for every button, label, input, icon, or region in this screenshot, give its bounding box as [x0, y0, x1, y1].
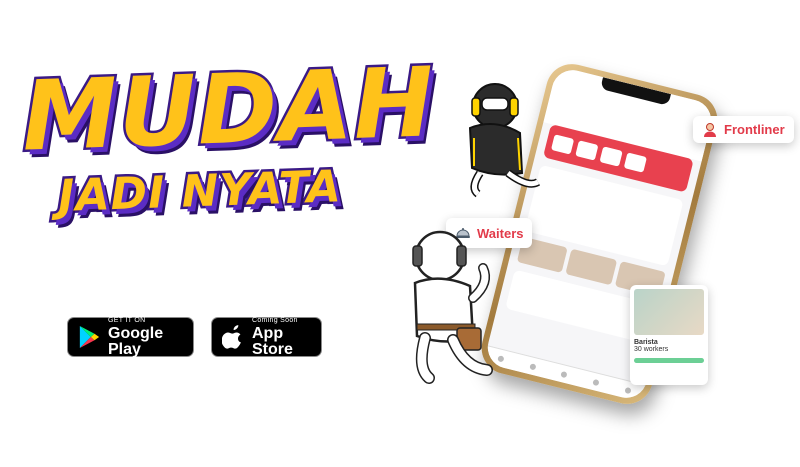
barista-photo — [634, 289, 704, 335]
apple-icon — [222, 325, 241, 349]
headline-subtitle: JADI NYATA — [55, 159, 345, 225]
frontliner-label: Frontliner — [724, 122, 785, 137]
app-store-label: App Store — [252, 324, 293, 358]
app-bottom-nav — [483, 345, 646, 403]
headline-title: MUDAH — [18, 44, 439, 175]
barista-name: Barista — [634, 339, 658, 346]
astronaut-headphones-illustration — [468, 83, 541, 198]
play-triangle-icon — [79, 326, 100, 348]
barista-progress-bar — [634, 358, 704, 363]
google-play-small-text: GET IT ON — [108, 316, 146, 324]
frontliner-chip: Frontliner — [693, 116, 794, 143]
app-store-badge[interactable]: Coming Soon App Store — [211, 317, 322, 357]
barista-card: Barista 30 workers — [630, 285, 708, 385]
headline: MUDAH JADI NYATA — [18, 44, 439, 225]
person-icon — [704, 122, 716, 137]
astronaut-bag-illustration — [412, 230, 493, 384]
app-store-small-text: Coming Soon — [252, 316, 298, 324]
barista-count: 30 workers — [634, 346, 669, 353]
google-play-badge[interactable]: GET IT ON Google Play — [67, 317, 194, 357]
google-play-label: Google Play — [108, 324, 164, 358]
